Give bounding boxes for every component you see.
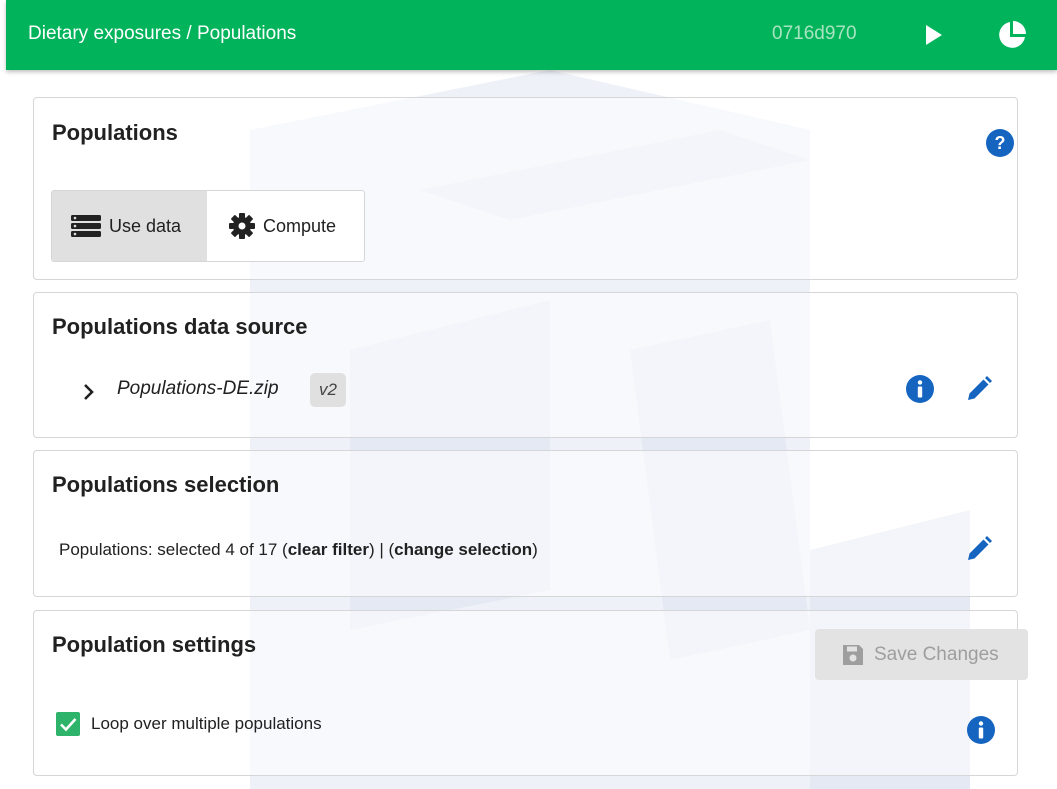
edit-icon[interactable]	[964, 374, 994, 404]
change-selection-link[interactable]: change selection	[394, 540, 532, 559]
top-bar: Dietary exposures / Populations 0716d970	[6, 0, 1057, 70]
loop-populations-label: Loop over multiple populations	[91, 714, 322, 733]
card-title: Population settings	[52, 632, 257, 657]
floppy-disk-icon	[843, 644, 863, 665]
card-title: Populations	[52, 120, 178, 145]
play-icon[interactable]	[920, 22, 946, 48]
gear-icon	[229, 213, 255, 239]
compute-button[interactable]: Compute	[207, 191, 364, 261]
use-data-button[interactable]: Use data	[52, 191, 207, 261]
help-icon[interactable]: ?	[985, 128, 1015, 158]
svg-text:?: ?	[995, 133, 1006, 153]
breadcrumb: Dietary exposures / Populations	[28, 23, 297, 44]
chevron-right-icon[interactable]	[82, 383, 96, 401]
loop-populations-checkbox[interactable]	[56, 712, 80, 736]
info-icon[interactable]	[905, 374, 935, 404]
selection-summary: Populations: selected 4 of 17 (clear fil…	[59, 540, 538, 560]
database-list-icon	[71, 215, 101, 237]
clear-filter-link[interactable]: clear filter	[288, 540, 369, 559]
card-title: Populations data source	[52, 314, 308, 339]
save-changes-label: Save Changes	[874, 643, 999, 665]
selection-suffix: )	[532, 540, 538, 559]
checkmark-icon	[60, 718, 77, 732]
selection-separator: ) | (	[368, 540, 395, 559]
version-badge: v2	[310, 373, 346, 407]
use-data-label: Use data	[109, 215, 182, 236]
pie-chart-icon[interactable]	[997, 20, 1027, 50]
selection-card: Populations selection Populations: selec…	[33, 450, 1018, 597]
edit-icon[interactable]	[964, 534, 994, 564]
save-changes-button[interactable]: Save Changes	[815, 629, 1028, 680]
action-hash: 0716d970	[772, 23, 857, 44]
compute-label: Compute	[263, 215, 337, 236]
source-filename[interactable]: Populations-DE.zip	[117, 378, 279, 400]
settings-card: Population settings Save Changes Loop ov…	[33, 610, 1028, 776]
data-source-card: Populations data source Populations-DE.z…	[33, 292, 1018, 438]
populations-card: Populations ? Use data Compute	[33, 97, 1018, 280]
selection-count-text: Populations: selected 4 of 17 (	[59, 540, 288, 559]
card-title: Populations selection	[52, 472, 280, 497]
info-icon[interactable]	[966, 715, 996, 745]
mode-toggle: Use data Compute	[51, 190, 365, 262]
